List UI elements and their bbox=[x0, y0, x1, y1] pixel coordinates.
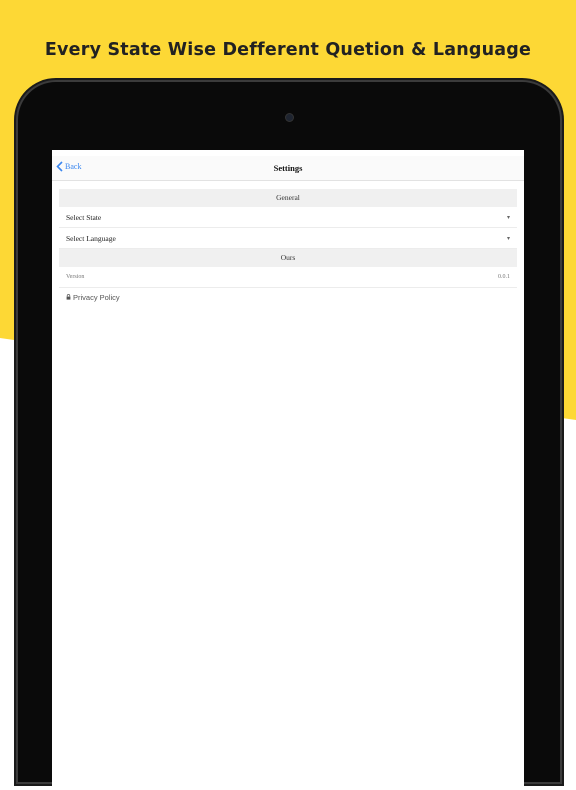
select-language-label: Select Language bbox=[66, 233, 116, 243]
section-header-general: General bbox=[59, 189, 517, 207]
chevron-left-icon bbox=[56, 161, 63, 172]
lock-icon bbox=[66, 294, 71, 300]
chevron-down-icon: ▾ bbox=[506, 214, 510, 221]
navigation-bar: Back Settings bbox=[52, 156, 524, 181]
camera-icon bbox=[286, 114, 293, 121]
chevron-down-icon: ▾ bbox=[506, 235, 510, 242]
privacy-policy-label: Privacy Policy bbox=[73, 292, 120, 302]
select-state-label: Select State bbox=[66, 212, 102, 222]
version-row: Version 0.0.1 bbox=[59, 267, 517, 288]
version-label: Version bbox=[66, 274, 85, 280]
settings-list: General Select State ▾ Select Language ▾… bbox=[59, 189, 517, 306]
back-label: Back bbox=[65, 162, 82, 171]
back-button[interactable]: Back bbox=[56, 161, 81, 172]
privacy-policy-link[interactable]: Privacy Policy bbox=[59, 288, 517, 306]
select-state-dropdown[interactable]: Select State ▾ bbox=[59, 207, 517, 228]
tablet-frame: Back Settings General Select State ▾ Sel… bbox=[18, 82, 560, 790]
promo-headline: Every State Wise Defferent Quetion & Lan… bbox=[44, 40, 532, 60]
select-language-dropdown[interactable]: Select Language ▾ bbox=[59, 228, 517, 249]
section-header-ours: Ours bbox=[59, 249, 517, 267]
version-value: 0.0.1 bbox=[498, 274, 510, 280]
app-screen: Back Settings General Select State ▾ Sel… bbox=[52, 150, 524, 790]
page-title: Settings bbox=[273, 163, 303, 173]
